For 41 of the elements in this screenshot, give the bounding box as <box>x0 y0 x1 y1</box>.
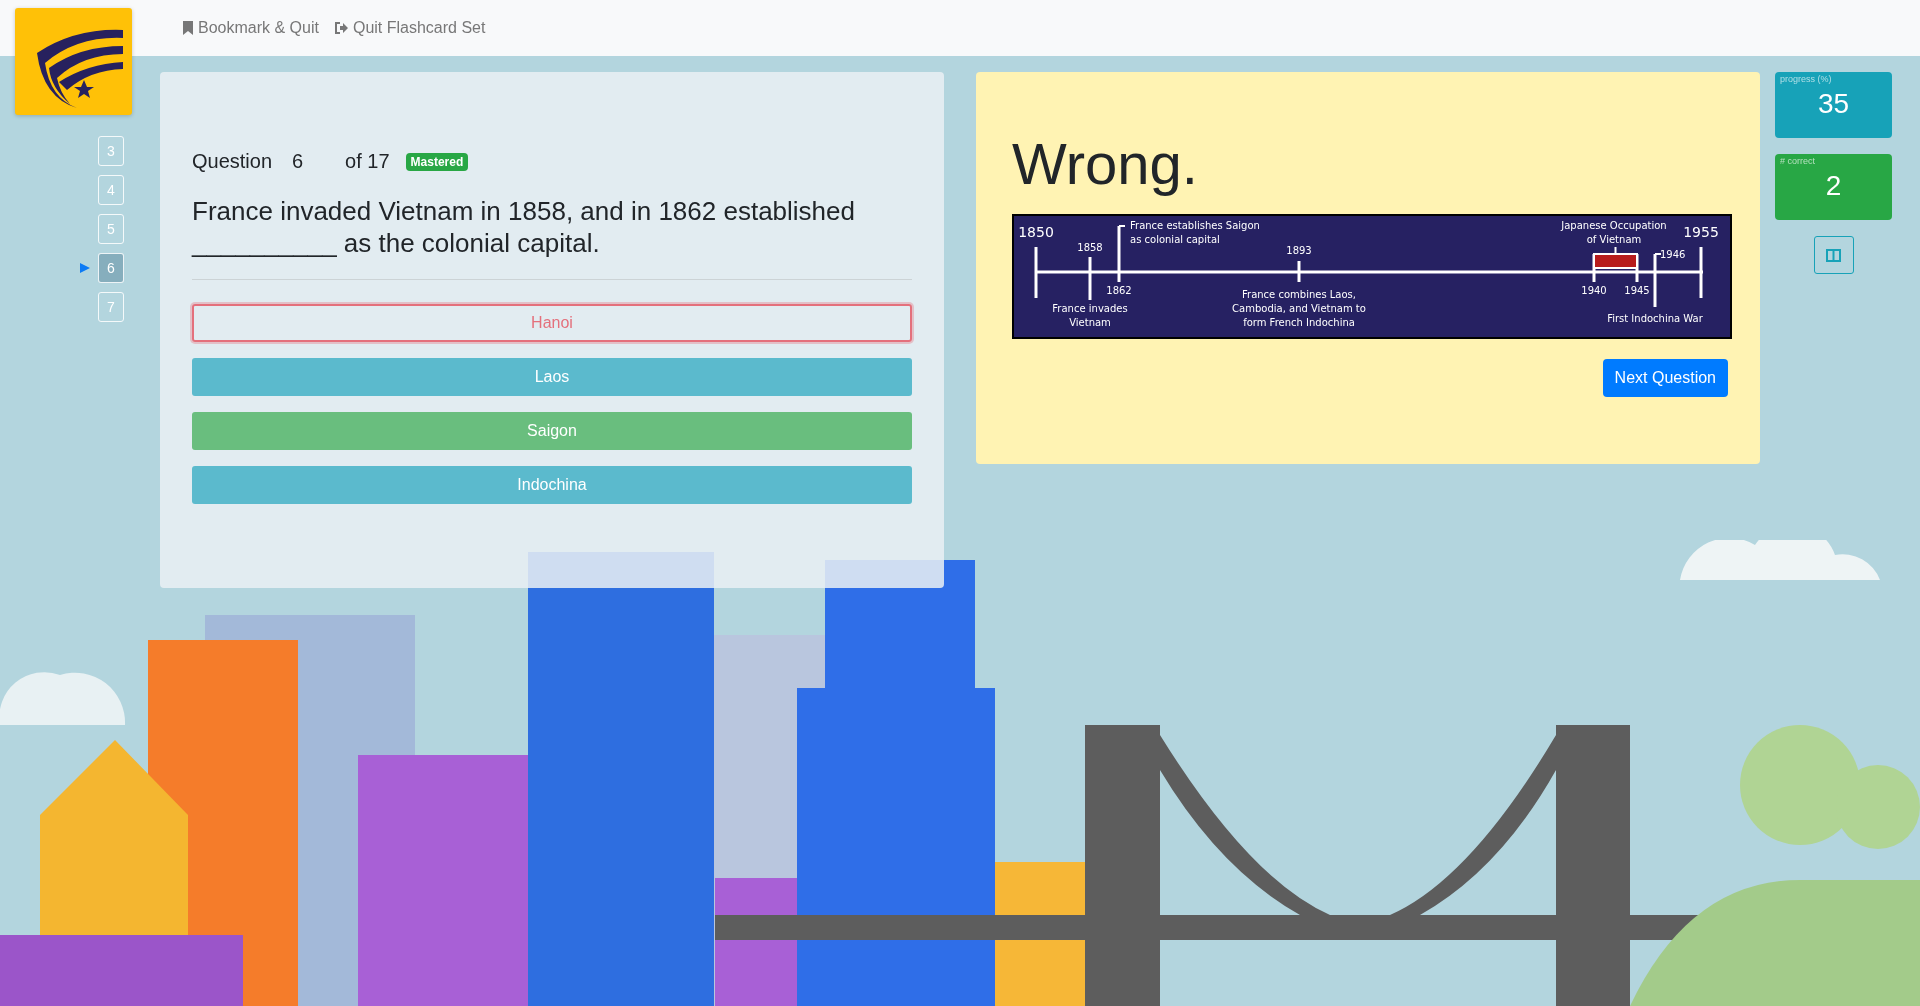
stat-label: # correct <box>1779 155 1816 166</box>
timeline-year: 1850 <box>1018 224 1054 240</box>
question-number-button[interactable]: 7 <box>98 292 124 322</box>
answer-button[interactable]: Hanoi <box>192 304 912 342</box>
stat-label: progress (%) <box>1779 73 1833 84</box>
timeline-year: 1955 <box>1683 224 1719 240</box>
next-question-button[interactable]: Next Question <box>1602 359 1728 397</box>
question-label: Question <box>192 150 273 173</box>
question-number-button[interactable]: 4 <box>98 175 124 205</box>
question-number-button[interactable]: 3 <box>98 136 124 166</box>
question-text: France invaded Vietnam in 1858, and in 1862 established __________ as the colonial capital. <box>192 195 856 259</box>
question-number: 6 <box>292 150 305 173</box>
question-number-button[interactable]: 6 <box>98 253 124 283</box>
bookmark-icon <box>183 21 193 35</box>
timeline-year: 1946 <box>1660 249 1686 260</box>
timeline-year: 1858 <box>1077 242 1103 253</box>
mastered-badge: Mastered <box>405 152 469 171</box>
timeline-year: 1862 <box>1106 285 1132 296</box>
question-number-button[interactable]: 5 <box>98 214 124 244</box>
stat-value: 2 <box>1824 170 1843 202</box>
timeline-year: 1945 <box>1624 285 1650 296</box>
timeline-year: 1893 <box>1286 245 1312 256</box>
answer-button[interactable]: Laos <box>192 358 912 396</box>
nav-link[interactable]: Quit Flashcard Set <box>334 19 486 37</box>
timeline-caption: First Indochina War <box>1607 313 1703 324</box>
timeline-caption: France invades Vietnam <box>1052 303 1128 328</box>
answer-button[interactable]: Indochina <box>192 466 912 504</box>
nav-link[interactable]: Bookmark & Quit <box>183 19 319 37</box>
columns-icon <box>1826 248 1841 262</box>
timeline-caption: Japanese Occupation of Vietnam <box>1561 220 1667 245</box>
app-logo[interactable] <box>15 8 132 115</box>
timeline-caption: France combines Laos, Cambodia, and Vietnam to form French Indochina <box>1232 289 1366 328</box>
answer-button[interactable]: Saigon <box>192 412 912 450</box>
sign-out-icon <box>334 22 348 34</box>
current-marker-icon <box>80 263 90 273</box>
question-total: of 17 <box>345 150 390 173</box>
verdict-text: Wrong. <box>1012 134 1199 194</box>
timeline-caption: France establishes Saigon as colonial capital <box>1130 220 1260 245</box>
stat-value: 35 <box>1816 88 1851 120</box>
layout-toggle-button[interactable] <box>1813 236 1854 274</box>
timeline-year: 1940 <box>1581 285 1607 296</box>
